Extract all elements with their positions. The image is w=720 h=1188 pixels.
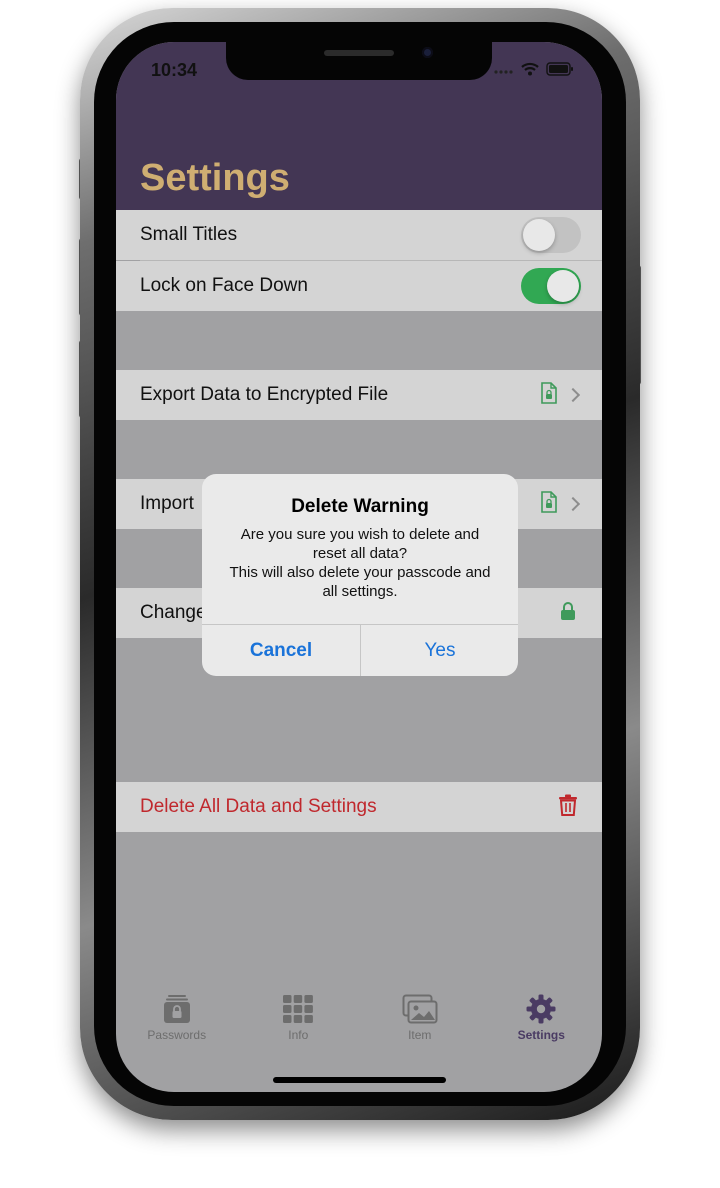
lock-icon: [560, 601, 576, 626]
delete-all-label: Delete All Data and Settings: [140, 796, 377, 817]
chevron-right-icon: [565, 496, 581, 512]
alert-title: Delete Warning: [291, 496, 429, 517]
tab-label: Item: [408, 1028, 432, 1042]
grid-icon: [283, 992, 314, 1026]
import-label: Import: [140, 493, 194, 514]
tab-bar: Passwords Info Item Settings: [116, 992, 602, 1062]
tab-settings[interactable]: Settings: [481, 992, 603, 1062]
battery-icon: [546, 62, 574, 81]
notch: [226, 42, 492, 80]
tab-label: Settings: [517, 1028, 565, 1042]
toggle-knob: [547, 270, 579, 302]
locked-file-icon: [540, 490, 558, 518]
page-title: Settings: [140, 157, 290, 199]
export-label: Export Data to Encrypted File: [140, 384, 389, 405]
chevron-right-icon: [565, 387, 581, 403]
tab-passwords[interactable]: Passwords: [116, 992, 238, 1062]
signal-icon: [494, 63, 514, 81]
tab-label: Info: [288, 1028, 309, 1042]
delete-warning-alert: Delete Warning Are you sure you wish to …: [202, 474, 518, 676]
cancel-button[interactable]: Cancel: [202, 625, 360, 676]
locked-file-icon: [540, 381, 558, 409]
passwords-icon: [162, 992, 192, 1026]
small-titles-row: Small Titles: [116, 210, 602, 260]
tab-info[interactable]: Info: [238, 992, 360, 1062]
lock-face-down-toggle[interactable]: [521, 268, 581, 304]
header: 10:34 Settings: [116, 42, 602, 210]
screen: 10:34 Settings Small Titles Lock on Face…: [116, 42, 602, 1092]
tab-item[interactable]: Item: [359, 992, 481, 1062]
speaker-grille: [324, 50, 394, 56]
status-icons: [494, 62, 574, 81]
change-accessory: [560, 588, 576, 638]
lock-face-down-label: Lock on Face Down: [140, 275, 308, 296]
delete-accessory: [558, 782, 578, 832]
trash-icon: [558, 794, 578, 821]
tab-label: Passwords: [147, 1028, 207, 1042]
export-accessory: [540, 370, 582, 420]
alert-message: Are you sure you wish to delete and rese…: [229, 526, 491, 600]
export-row[interactable]: Export Data to Encrypted File: [116, 370, 602, 420]
status-time: 10:34: [151, 60, 198, 80]
lock-face-down-row: Lock on Face Down: [116, 261, 602, 311]
front-camera: [422, 47, 433, 58]
small-titles-label: Small Titles: [140, 224, 238, 245]
import-accessory: [540, 479, 582, 529]
yes-button[interactable]: Yes: [361, 625, 518, 676]
delete-all-row[interactable]: Delete All Data and Settings: [116, 782, 602, 832]
change-label: Change: [140, 602, 207, 623]
gear-icon: [526, 992, 556, 1026]
wifi-icon: [521, 62, 539, 81]
small-titles-toggle[interactable]: [521, 217, 581, 253]
home-indicator[interactable]: [273, 1077, 446, 1083]
photos-icon: [402, 992, 438, 1026]
toggle-knob: [523, 219, 555, 251]
